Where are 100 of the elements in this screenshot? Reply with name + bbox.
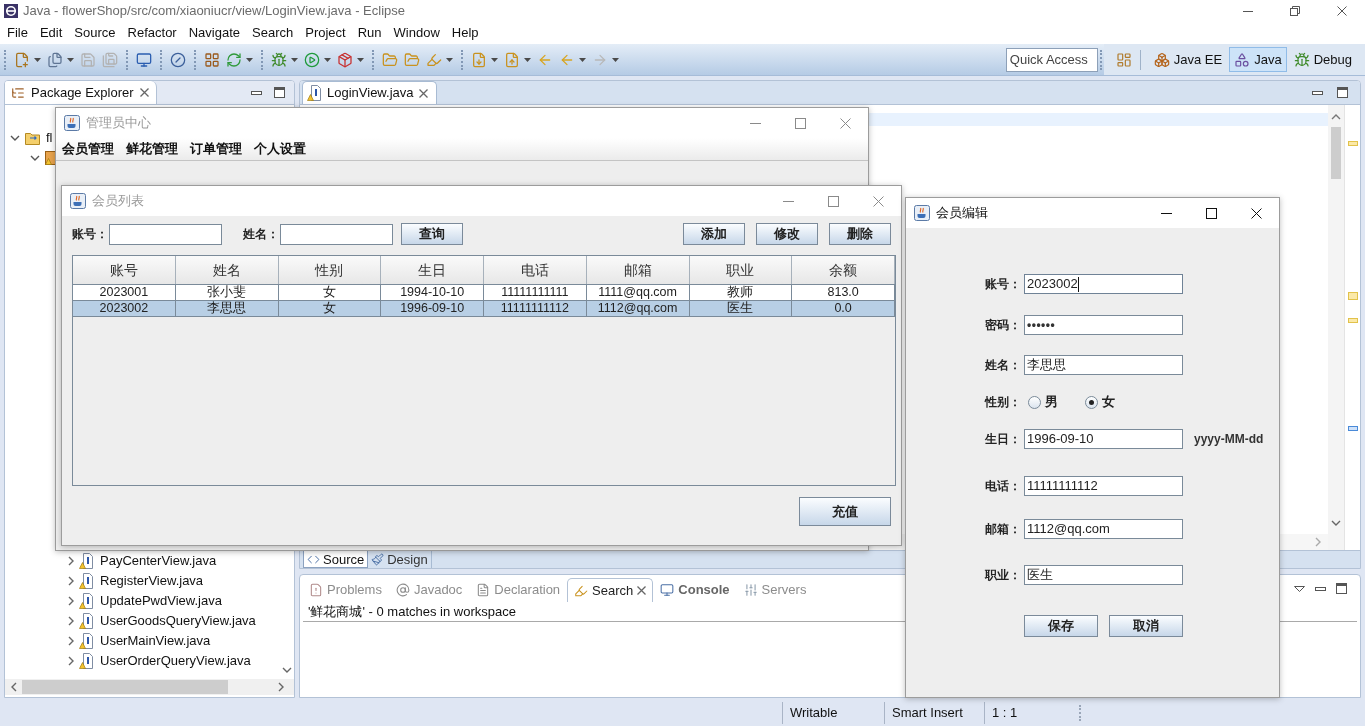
perspective-button[interactable]: Java: [1229, 47, 1287, 72]
tree-item-label[interactable]: UserGoodsQueryView.java: [100, 611, 256, 631]
scrollbar-thumb[interactable]: [1331, 127, 1341, 179]
scroll-down-icon[interactable]: [282, 667, 292, 673]
menu-item[interactable]: Window: [387, 23, 446, 43]
table-row[interactable]: 2023002 李思思 女 1996-09-10 11111111112 1112@qq.com 医生 0.0: [73, 301, 895, 317]
dropdown-caret-icon[interactable]: [34, 57, 41, 62]
scroll-right-icon[interactable]: [278, 682, 284, 692]
view-tab[interactable]: Console: [653, 578, 737, 602]
perspective-button[interactable]: Java EE: [1148, 47, 1228, 72]
info-marker-icon[interactable]: [1347, 426, 1358, 431]
scroll-left-icon[interactable]: [10, 682, 17, 692]
dropdown-caret-icon[interactable]: [246, 57, 253, 62]
form-button[interactable]: 保存: [1024, 615, 1098, 637]
new-file-icon[interactable]: [14, 51, 30, 68]
menu-item[interactable]: 鲜花管理: [120, 139, 184, 159]
view-tab[interactable]: Problems: [302, 578, 389, 602]
quick-access-field[interactable]: Quick Access: [1005, 47, 1098, 72]
menu-item[interactable]: Source: [68, 23, 122, 43]
column-header[interactable]: 姓名: [175, 256, 279, 284]
radio-option[interactable]: 女: [1085, 392, 1115, 412]
menu-item[interactable]: Help: [445, 23, 485, 43]
tree-item-label[interactable]: UserOrderQueryView.java: [100, 651, 251, 671]
tree-item-label[interactable]: PayCenterView.java: [100, 551, 217, 571]
column-header[interactable]: 邮箱: [586, 256, 690, 284]
view-tab[interactable]: Servers: [736, 578, 814, 602]
password-field[interactable]: ••••••: [1024, 315, 1183, 335]
text-field[interactable]: 李思思: [1024, 355, 1183, 375]
editor-tab[interactable]: LoginView.java: [302, 81, 437, 104]
warning-marker-icon[interactable]: [1347, 292, 1358, 300]
query-button[interactable]: 查询: [401, 223, 463, 245]
warning-marker-icon[interactable]: [1347, 318, 1358, 323]
restore-icon[interactable]: [1289, 6, 1300, 16]
chevron-right-icon[interactable]: [68, 556, 74, 566]
chevron-right-icon[interactable]: [68, 656, 74, 666]
column-header[interactable]: 账号: [73, 256, 176, 284]
view-tab[interactable]: Declaration: [469, 578, 568, 602]
minimize-icon[interactable]: [1161, 212, 1172, 214]
menu-item[interactable]: Run: [351, 23, 388, 43]
dropdown-caret-icon[interactable]: [291, 57, 298, 62]
chevron-down-icon[interactable]: [30, 155, 40, 161]
dropdown-caret-icon[interactable]: [579, 57, 586, 62]
chevron-right-icon[interactable]: [68, 636, 74, 646]
column-header[interactable]: 余额: [792, 256, 895, 284]
minimize-icon[interactable]: [1312, 90, 1323, 95]
monitor-icon[interactable]: [136, 51, 152, 68]
dropdown-caret-icon[interactable]: [524, 57, 531, 62]
text-field[interactable]: 医生: [1024, 565, 1183, 585]
column-header[interactable]: 电话: [484, 256, 587, 284]
refresh-icon[interactable]: [226, 51, 242, 68]
action-button[interactable]: 添加: [683, 223, 745, 245]
chevron-down-icon[interactable]: [10, 135, 20, 141]
scrollbar-thumb[interactable]: [22, 680, 228, 694]
menu-item[interactable]: Refactor: [121, 23, 183, 43]
tree-item-label[interactable]: RegisterView.java: [100, 571, 204, 591]
chevron-right-icon[interactable]: [68, 596, 74, 606]
dropdown-caret-icon[interactable]: [357, 57, 364, 62]
input-field[interactable]: [280, 223, 393, 245]
tree-item-label[interactable]: UpdatePwdView.java: [100, 591, 222, 611]
text-field[interactable]: 2023002: [1024, 274, 1183, 294]
table-row[interactable]: 2023001 张小斐 女 1994-10-10 11111111111 1111@qq.com 教师 813.0: [73, 285, 895, 301]
tree-item-label[interactable]: UserMainView.java: [100, 631, 211, 651]
scroll-down-icon[interactable]: [1331, 520, 1341, 526]
maximize-icon[interactable]: [274, 87, 285, 98]
form-button[interactable]: 取消: [1109, 615, 1183, 637]
menu-item[interactable]: 个人设置: [248, 139, 312, 159]
layout-icon[interactable]: [1115, 51, 1132, 68]
warning-marker-icon[interactable]: [1347, 141, 1358, 146]
package-icon[interactable]: [337, 51, 353, 68]
menu-item[interactable]: 会员管理: [56, 139, 120, 159]
grid-icon[interactable]: [204, 51, 220, 68]
tree-item-label[interactable]: fl: [46, 128, 53, 148]
minimize-icon[interactable]: [1242, 10, 1253, 12]
play-icon[interactable]: [304, 51, 320, 68]
dropdown-caret-icon[interactable]: [491, 57, 498, 62]
maximize-icon[interactable]: [1337, 87, 1348, 98]
action-button[interactable]: 修改: [756, 223, 818, 245]
perspective-button[interactable]: Debug: [1288, 47, 1357, 72]
dropdown-caret-icon[interactable]: [612, 57, 619, 62]
menu-item[interactable]: Project: [299, 23, 352, 43]
minimize-icon[interactable]: [1315, 586, 1326, 591]
menu-item[interactable]: File: [1, 23, 34, 43]
column-header[interactable]: 职业: [689, 256, 793, 284]
input-field[interactable]: [109, 223, 222, 245]
text-field[interactable]: 1996-09-10: [1024, 429, 1183, 449]
action-button[interactable]: 删除: [829, 223, 891, 245]
text-field[interactable]: 1112@qq.com: [1024, 519, 1183, 539]
dropdown-caret-icon[interactable]: [324, 57, 331, 62]
bug-icon[interactable]: [271, 51, 287, 68]
circle-slash-icon[interactable]: [170, 51, 186, 68]
maximize-icon[interactable]: [1336, 583, 1347, 594]
recharge-button[interactable]: 充值: [799, 497, 891, 526]
editor-mode-tab[interactable]: Source: [303, 551, 369, 568]
menu-item[interactable]: 订单管理: [184, 139, 248, 159]
text-field[interactable]: 11111111112: [1024, 476, 1183, 496]
chevron-right-icon[interactable]: [68, 616, 74, 626]
radio-option[interactable]: 男: [1028, 392, 1058, 412]
close-icon[interactable]: [1336, 6, 1347, 16]
view-tab[interactable]: Javadoc: [388, 578, 470, 602]
close-icon[interactable]: [1251, 207, 1262, 219]
